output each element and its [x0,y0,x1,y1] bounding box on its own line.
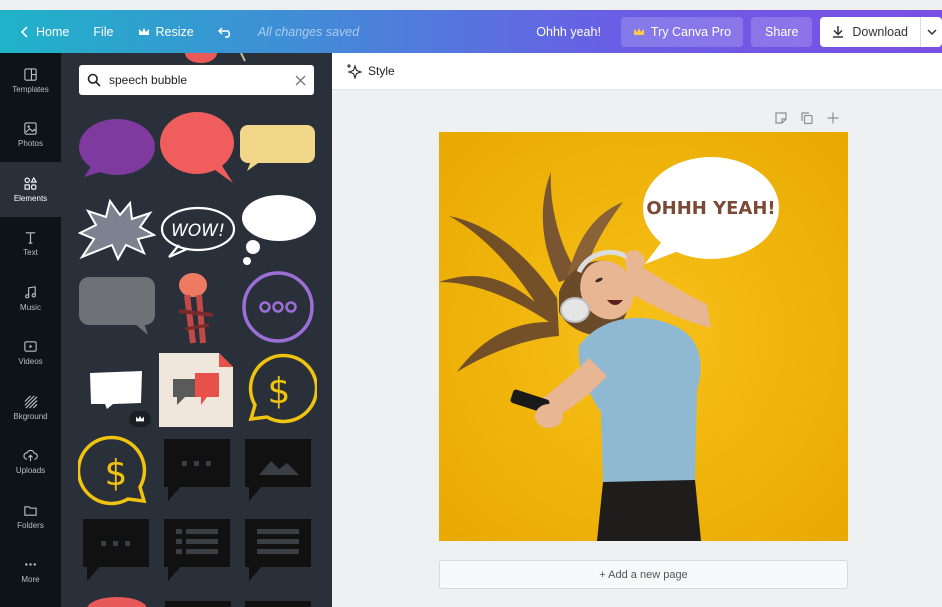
file-menu[interactable]: File [81,10,125,53]
background-icon [24,395,38,409]
text-icon [25,232,36,244]
element-dollar-bubble-outline[interactable]: $ [239,353,317,429]
svg-text:$: $ [268,371,291,412]
rail-item-more[interactable]: More [0,544,61,599]
element-wow-bubble[interactable]: WOW! [159,205,237,259]
rail-item-templates[interactable]: Templates [0,53,61,108]
resize-label: Resize [155,24,194,39]
chevron-left-icon [20,25,28,38]
element-gray-rect-bubble[interactable] [78,275,156,337]
rail-label: More [21,575,40,585]
duplicate-page-icon[interactable] [800,111,814,125]
try-pro-label: Try Canva Pro [650,24,732,39]
element-purple-ellipsis-bubble[interactable] [239,271,317,347]
elements-icon [24,176,38,190]
style-button[interactable]: Style [346,63,395,79]
search-bar[interactable] [79,65,314,95]
undo-icon [217,26,230,38]
element-gray-burst-bubble[interactable] [78,199,156,261]
uploads-icon [23,450,38,462]
save-status: All changes saved [257,24,360,39]
element-chat-document[interactable] [159,353,233,427]
add-new-page-button[interactable]: + Add a new page [439,560,848,589]
music-icon [25,285,36,299]
elements-panel: WOW! $ $ [61,53,332,607]
workspace: Style OHHH YEAH! + Add a new page [332,53,942,607]
element-red-oval-bubble[interactable] [159,111,237,183]
rail-item-videos[interactable]: Videos [0,326,61,381]
style-label: Style [368,64,395,78]
element-black-lines-bubble[interactable] [245,519,311,583]
element-yellow-rect-bubble[interactable] [239,123,317,173]
crown-icon [138,27,149,35]
rail-label: Folders [17,520,44,530]
element-black-list-bubble[interactable] [164,519,230,583]
folders-icon [24,505,37,516]
element-character-bubble[interactable] [169,269,227,347]
resize-button[interactable]: Resize [126,10,206,53]
share-button[interactable]: Share [751,16,813,47]
videos-icon [24,341,37,352]
download-label: Download [852,24,908,39]
sparkle-icon [347,64,362,79]
rail-label: Bkground [13,411,48,421]
undo-button[interactable] [206,10,246,53]
crown-icon [633,27,644,35]
rail-item-music[interactable]: Music [0,271,61,326]
dancing-woman-photo[interactable]: OHHH YEAH! [439,132,848,541]
design-canvas[interactable]: OHHH YEAH! [439,132,848,541]
context-toolbar: Style [332,53,942,90]
share-label: Share [765,24,799,39]
rail-label: Elements [13,193,48,203]
rail-label: Music [20,302,41,312]
element-black-dots-bubble[interactable] [83,519,149,583]
home-label: Home [36,24,70,39]
file-label: File [93,24,114,39]
rail-item-folders[interactable]: Folders [0,489,61,544]
element-purple-oval-bubble[interactable] [78,117,156,179]
search-input[interactable] [109,73,287,87]
top-bar: Home File Resize All changes saved Ohhh … [0,10,942,53]
partial-elements-bottom[interactable] [83,593,323,607]
rail-item-uploads[interactable]: Uploads [0,435,61,490]
rail-item-elements[interactable]: Elements [0,162,61,217]
rail-label: Text [23,248,38,258]
element-white-thought-bubble[interactable] [239,193,317,267]
rail-label: Templates [12,84,49,94]
rail-label: Uploads [15,466,46,476]
partial-element-top[interactable] [171,53,261,65]
close-icon[interactable] [295,75,306,86]
element-black-image-bubble[interactable] [245,439,311,503]
note-icon[interactable] [774,111,788,125]
element-black-typing-bubble[interactable] [164,439,230,503]
element-dollar-bubble[interactable]: $ [78,435,156,511]
photos-icon [24,122,37,135]
search-icon [87,73,101,87]
rail-item-text[interactable]: Text [0,217,61,272]
download-icon [833,26,844,38]
page-actions [774,111,840,125]
download-button[interactable]: Download [820,16,920,47]
pro-badge [129,411,151,427]
download-options-button[interactable] [920,16,942,47]
try-canva-pro-button[interactable]: Try Canva Pro [620,16,744,47]
bubble-text[interactable]: OHHH YEAH! [646,198,775,219]
add-page-icon[interactable] [826,111,840,125]
chevron-down-icon [926,28,937,35]
rail-item-background[interactable]: Bkground [0,380,61,435]
templates-icon [24,68,37,81]
side-rail: Templates Photos Elements Text Music Vid… [0,53,61,607]
rail-label: Videos [18,357,43,367]
element-white-rough-bubble[interactable] [87,369,145,411]
svg-text:$: $ [105,453,128,494]
more-icon [25,563,36,566]
design-title[interactable]: Ohhh yeah! [524,10,613,53]
rail-item-photos[interactable]: Photos [0,108,61,163]
home-button[interactable]: Home [0,10,81,53]
crown-icon [136,415,144,422]
rail-label: Photos [18,139,43,149]
svg-text:WOW!: WOW! [171,221,225,241]
